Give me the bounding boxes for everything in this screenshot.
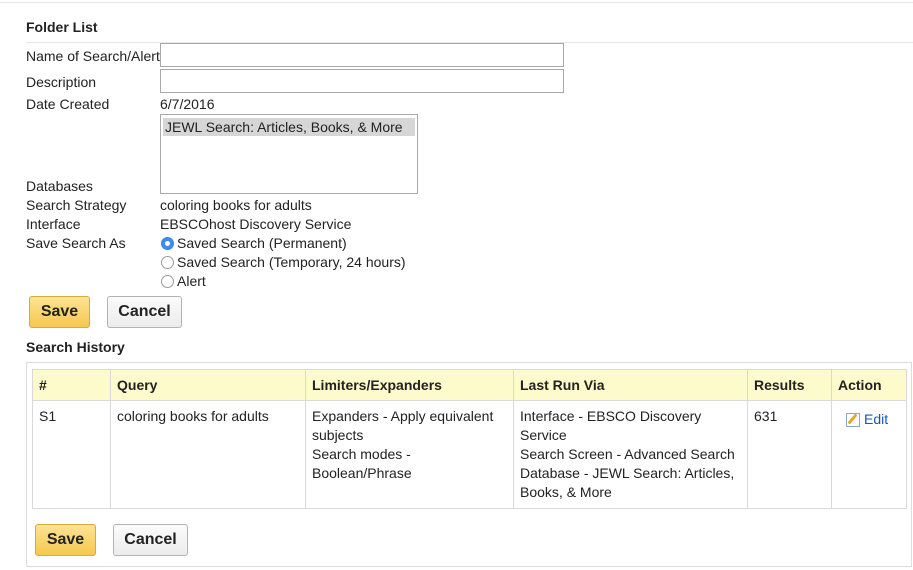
history-cancel-button[interactable]: Cancel xyxy=(113,524,188,556)
search-strategy-value: coloring books for adults xyxy=(160,197,312,213)
row-results: 631 xyxy=(747,400,832,509)
row-last-run: Interface - EBSCO Discovery Service Sear… xyxy=(513,400,748,509)
edit-link[interactable]: Edit xyxy=(846,410,888,429)
radio-button[interactable] xyxy=(161,255,174,269)
search-history-title: Search History xyxy=(26,339,125,355)
radio-label: Saved Search (Permanent) xyxy=(177,235,347,251)
last-run-line: Books, & More xyxy=(520,484,612,500)
limiter-line: Search modes - xyxy=(312,446,411,462)
radio-button[interactable] xyxy=(161,236,174,250)
radio-button[interactable] xyxy=(161,274,174,288)
search-strategy-label: Search Strategy xyxy=(26,197,127,213)
radio-label: Saved Search (Temporary, 24 hours) xyxy=(177,254,406,270)
row-action: Edit xyxy=(831,400,907,509)
limiter-line: Boolean/Phrase xyxy=(312,465,412,481)
table-row: S1 coloring books for adults Expanders -… xyxy=(32,400,907,509)
databases-label: Databases xyxy=(26,178,93,194)
search-history-table: # Query Limiters/Expanders Last Run Via … xyxy=(32,369,907,509)
last-run-line: Service xyxy=(520,427,567,443)
save-button[interactable]: Save xyxy=(29,296,90,328)
column-header-number: # xyxy=(32,369,111,401)
edit-icon[interactable] xyxy=(846,412,860,427)
last-run-line: Database - JEWL Search: Articles, xyxy=(520,465,735,481)
column-header-action: Action xyxy=(831,369,907,401)
save-as-label: Save Search As xyxy=(26,235,126,251)
row-limiters: Expanders - Apply equivalent subjects Se… xyxy=(305,400,514,509)
row-query: coloring books for adults xyxy=(110,400,306,509)
radio-saved-temporary[interactable]: Saved Search (Temporary, 24 hours) xyxy=(161,254,406,270)
databases-listbox[interactable]: JEWL Search: Articles, Books, & More xyxy=(160,114,418,194)
description-label: Description xyxy=(26,74,97,90)
last-run-line: Interface - EBSCO Discovery xyxy=(520,408,702,424)
cancel-button[interactable]: Cancel xyxy=(107,296,182,328)
database-option[interactable]: JEWL Search: Articles, Books, & More xyxy=(163,118,415,136)
name-input[interactable] xyxy=(160,43,564,67)
radio-label: Alert xyxy=(177,273,206,289)
name-label: Name of Search/Alert xyxy=(26,48,160,64)
row-id: S1 xyxy=(32,400,111,509)
history-save-button[interactable]: Save xyxy=(35,524,96,556)
column-header-last-run: Last Run Via xyxy=(513,369,748,401)
radio-alert[interactable]: Alert xyxy=(161,273,206,289)
interface-label: Interface xyxy=(26,216,81,232)
date-created-label: Date Created xyxy=(26,96,110,112)
limiter-line: subjects xyxy=(312,427,364,443)
column-header-limiters: Limiters/Expanders xyxy=(305,369,514,401)
column-header-query: Query xyxy=(110,369,306,401)
column-header-results: Results xyxy=(747,369,832,401)
last-run-line: Search Screen - Advanced Search xyxy=(520,446,735,462)
edit-label[interactable]: Edit xyxy=(864,410,888,429)
top-divider xyxy=(0,2,913,3)
table-header-row: # Query Limiters/Expanders Last Run Via … xyxy=(32,369,907,401)
date-created-value: 6/7/2016 xyxy=(160,96,215,112)
radio-saved-permanent[interactable]: Saved Search (Permanent) xyxy=(161,235,347,251)
folder-list-title: Folder List xyxy=(26,19,98,35)
limiter-line: Expanders - Apply equivalent xyxy=(312,408,494,424)
interface-value: EBSCOhost Discovery Service xyxy=(160,216,352,232)
description-input[interactable] xyxy=(160,69,564,93)
